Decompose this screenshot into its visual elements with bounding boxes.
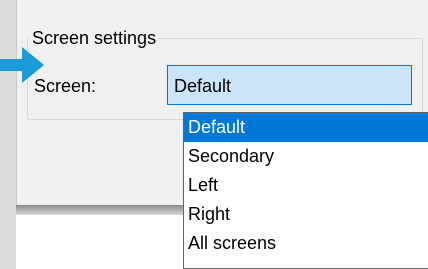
screen-combobox[interactable]: Default xyxy=(167,65,412,105)
dropdown-option-right[interactable]: Right xyxy=(184,200,428,229)
dropdown-option-secondary[interactable]: Secondary xyxy=(184,142,428,171)
arrow-right-icon xyxy=(0,47,44,83)
dropdown-option-left[interactable]: Left xyxy=(184,171,428,200)
screen-dropdown-list[interactable]: Default Secondary Left Right All screens xyxy=(183,112,428,269)
background-left xyxy=(0,0,16,269)
arrow-right-icon-shape xyxy=(0,47,44,83)
screenshot-stage: Screen settings Screen: Default Default … xyxy=(0,0,428,269)
dropdown-option-all-screens[interactable]: All screens xyxy=(184,229,428,258)
dropdown-option-default[interactable]: Default xyxy=(184,113,428,142)
groupbox-title: Screen settings xyxy=(29,26,160,50)
screen-combobox-value: Default xyxy=(174,76,232,96)
